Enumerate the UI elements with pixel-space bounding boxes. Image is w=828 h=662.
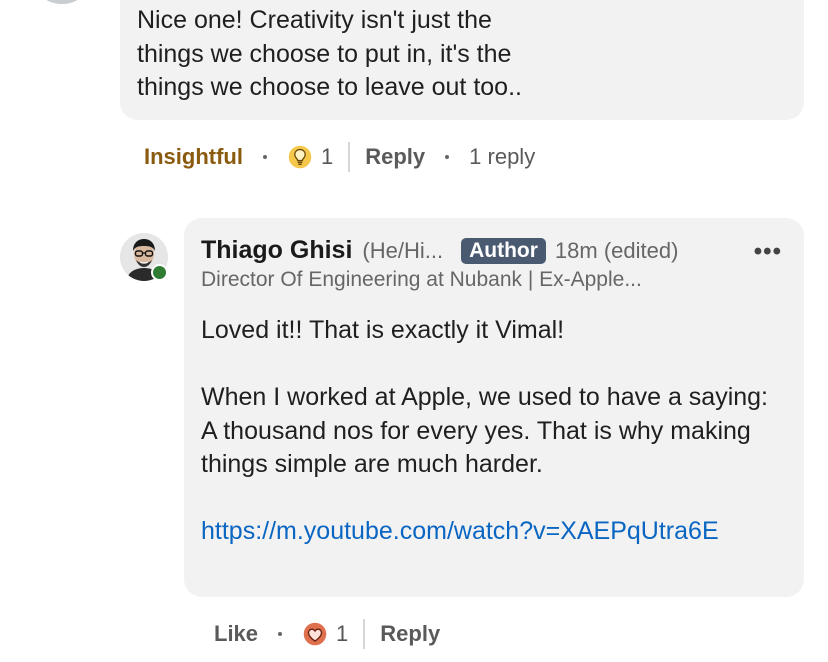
comment-timestamp: 18m (edited)	[554, 237, 679, 263]
reply-comment-body: Loved it!! That is exactly it Vimal! Whe…	[201, 314, 788, 549]
comment-paragraph: When I worked at Apple, we used to have …	[201, 383, 769, 478]
reaction-count[interactable]: 1	[336, 621, 348, 647]
comment-paragraph: Loved it!! That is exactly it Vimal!	[201, 316, 565, 344]
lightbulb-icon[interactable]	[287, 144, 313, 170]
author-line: Thiago Ghisi (He/Hi... Author 18m (edite…	[201, 236, 678, 265]
youtube-link[interactable]: https://m.youtube.com/watch?v=XAEPqUtra6…	[201, 515, 788, 549]
action-divider	[348, 142, 351, 172]
online-status-indicator	[151, 264, 168, 281]
reaction-count[interactable]: 1	[321, 144, 333, 170]
like-button[interactable]: Like	[214, 621, 258, 647]
heart-icon[interactable]	[302, 621, 328, 647]
author-badge: Author	[461, 237, 546, 264]
reply-button[interactable]: Reply	[365, 144, 425, 170]
replies-count-link[interactable]: 1 reply	[469, 144, 535, 170]
top-comment-text: Nice one! Creativity isn't just the thin…	[137, 4, 794, 105]
top-comment-line: Nice one! Creativity isn't just the	[137, 6, 492, 34]
more-icon[interactable]: •••	[754, 238, 782, 266]
reply-button[interactable]: Reply	[380, 621, 440, 647]
author-pronouns: (He/Hi...	[362, 237, 444, 263]
reply-comment-bubble: Thiago Ghisi (He/Hi... Author 18m (edite…	[184, 218, 804, 597]
author-name[interactable]: Thiago Ghisi	[201, 236, 352, 265]
author-headline: Director Of Engineering at Nubank | Ex-A…	[201, 268, 642, 291]
top-comment-line: things we choose to leave out too..	[137, 73, 522, 101]
top-comment-line: things we choose to put in, it's the	[137, 39, 512, 68]
reaction-button-insightful[interactable]: Insightful	[144, 144, 243, 170]
top-comment-actions: Insightful 1 Reply 1 reply	[144, 140, 535, 174]
action-divider	[363, 619, 366, 649]
separator-dot	[278, 632, 283, 636]
top-comment-bubble: Nice one! Creativity isn't just the thin…	[120, 0, 804, 120]
reply-comment-actions: Like 1 Reply	[214, 616, 440, 652]
parent-commenter-avatar[interactable]	[30, 0, 94, 4]
separator-dot	[445, 155, 450, 159]
separator-dot	[262, 155, 267, 159]
